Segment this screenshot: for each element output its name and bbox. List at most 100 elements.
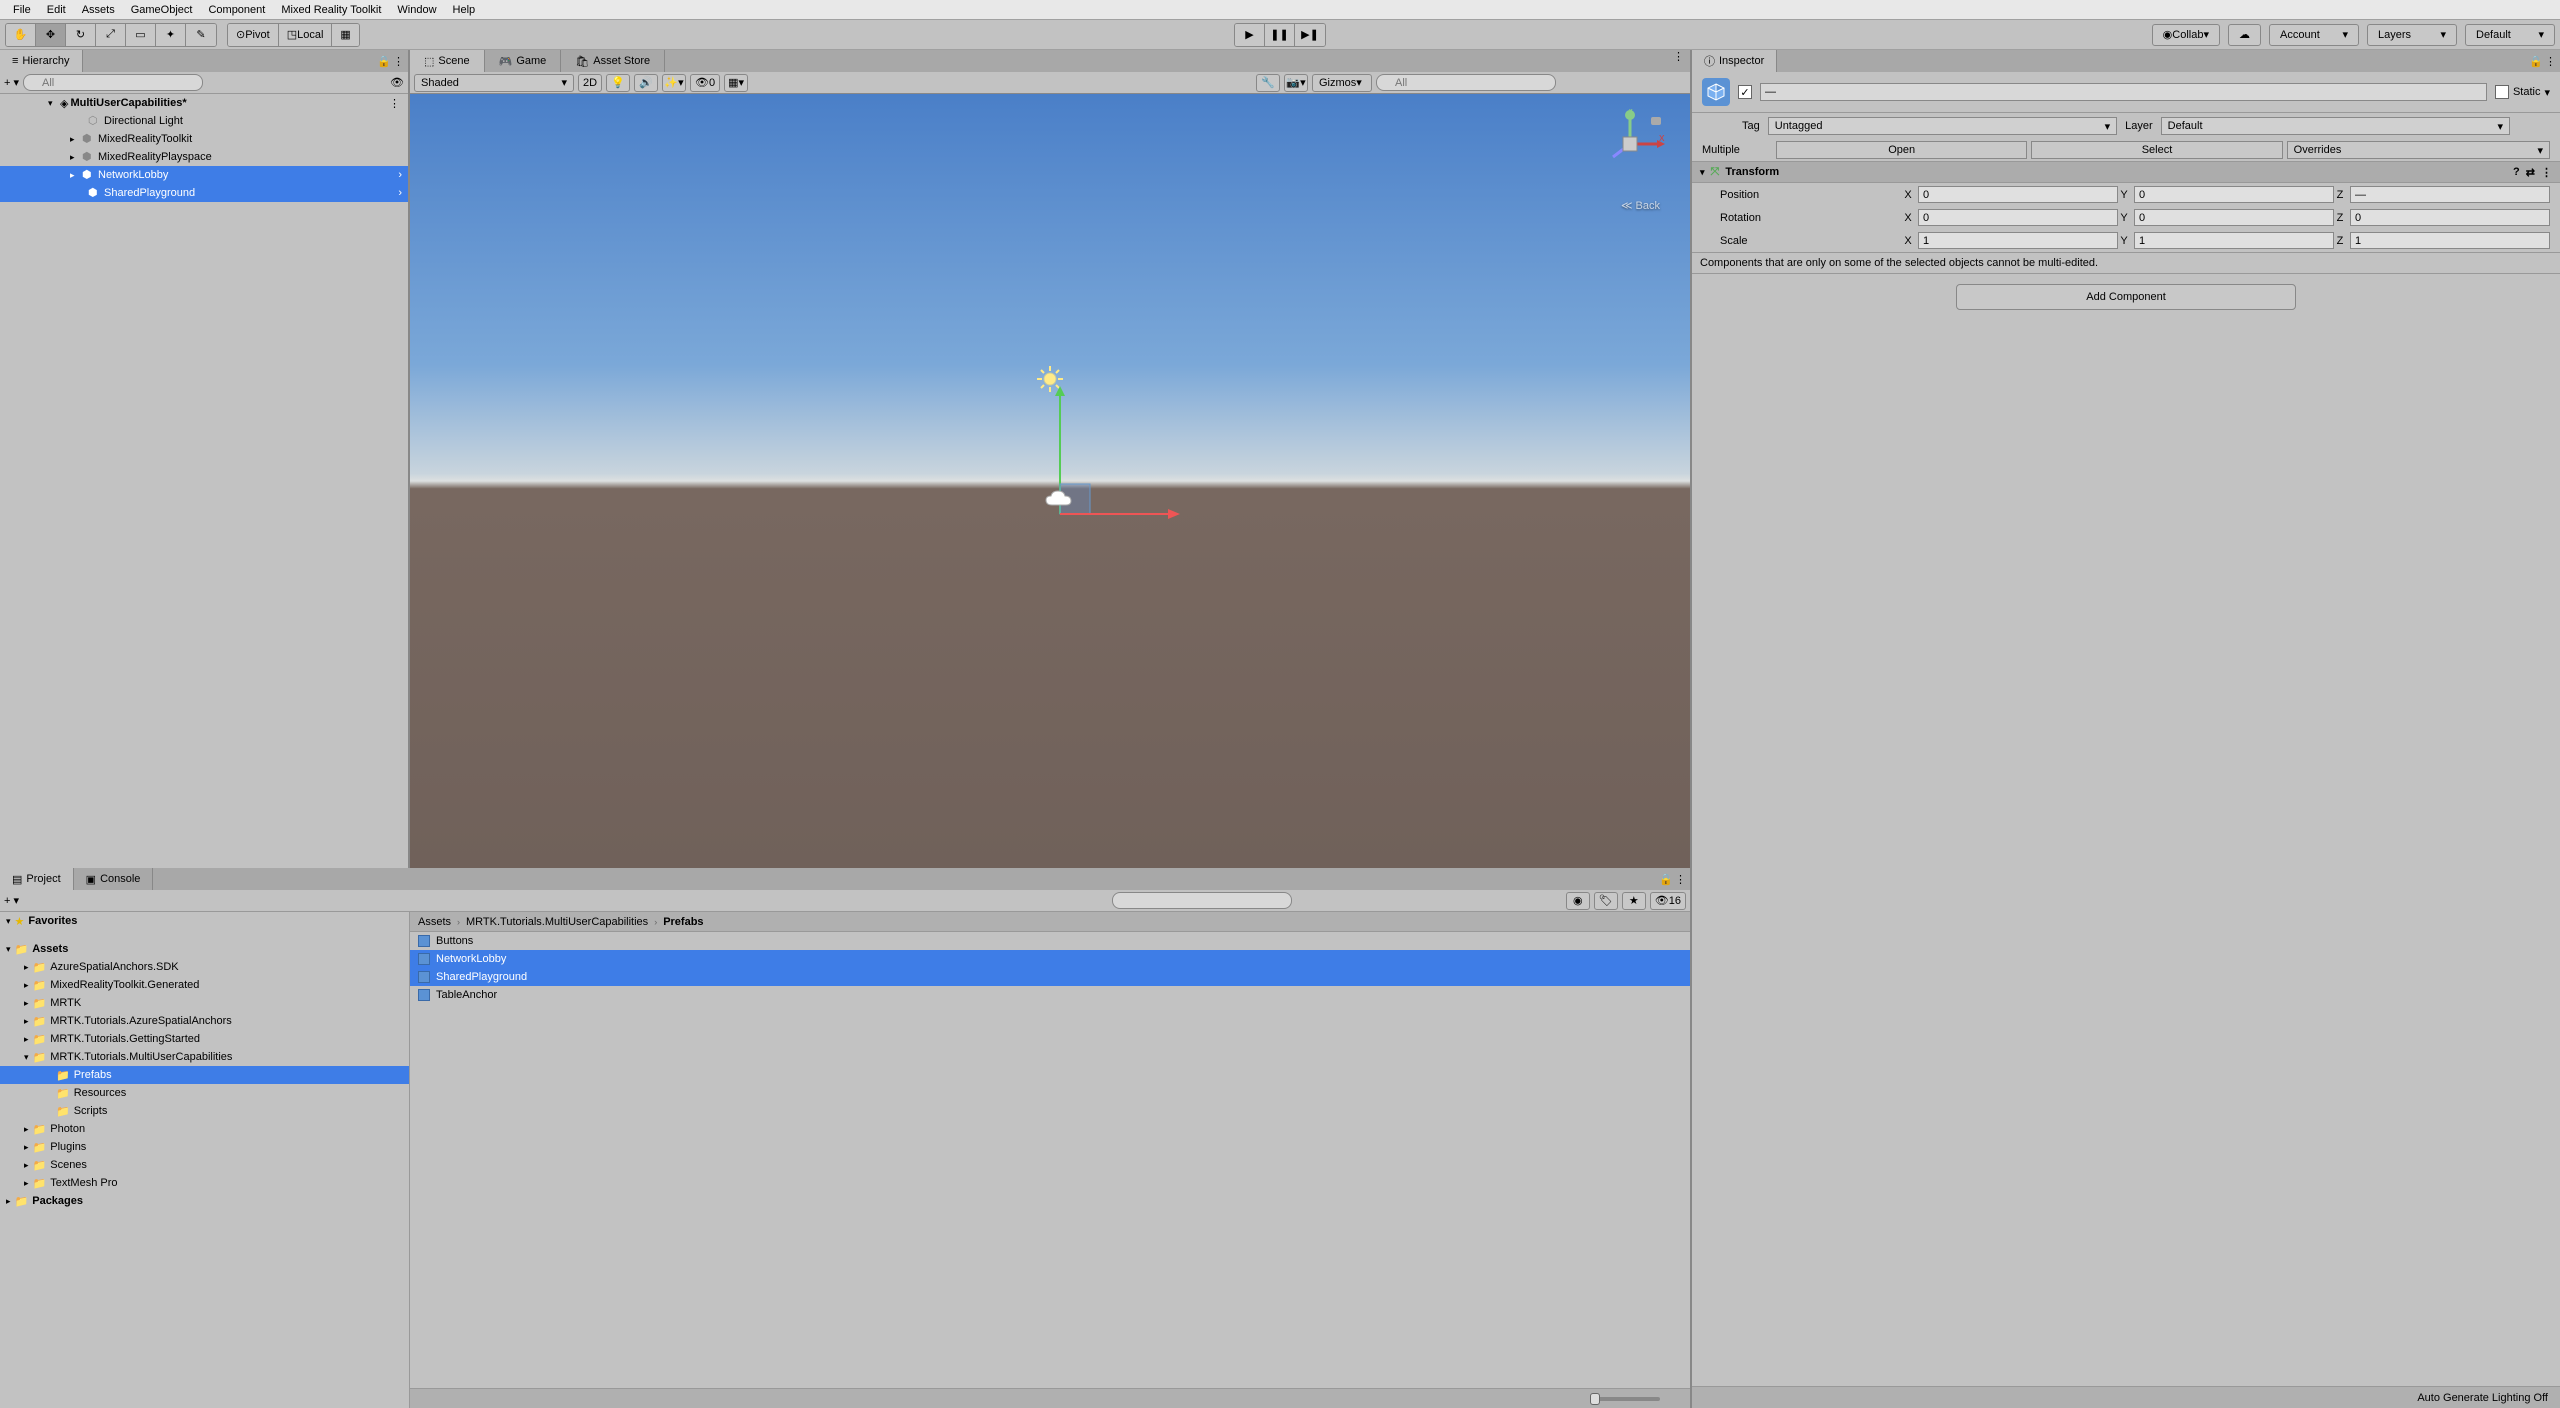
menu-mrtk[interactable]: Mixed Reality Toolkit	[273, 2, 389, 18]
menu-gameobject[interactable]: GameObject	[123, 2, 201, 18]
kebab-icon[interactable]: ⋮	[393, 55, 404, 68]
menu-window[interactable]: Window	[389, 2, 444, 18]
folder-item[interactable]: Plugins	[0, 1138, 409, 1156]
orientation-gizmo[interactable]: y x	[1595, 109, 1665, 179]
game-tab[interactable]: 🎮 Game	[485, 50, 562, 72]
folder-item[interactable]: TextMesh Pro	[0, 1174, 409, 1192]
prefab-item[interactable]: TableAnchor	[410, 986, 1690, 1004]
hidden-count[interactable]: 👁 16	[1650, 892, 1686, 910]
static-toggle[interactable]: Static ▾	[2495, 85, 2550, 99]
menu-file[interactable]: File	[5, 2, 39, 18]
breadcrumb-item[interactable]: Assets	[418, 916, 451, 928]
folder-item[interactable]: MRTK.Tutorials.GettingStarted	[0, 1030, 409, 1048]
folder-item[interactable]: MRTK	[0, 994, 409, 1012]
packages-root[interactable]: Packages	[0, 1192, 409, 1210]
tag-dropdown[interactable]: Untagged▾	[1768, 117, 2117, 135]
folder-item[interactable]: Scenes	[0, 1156, 409, 1174]
help-icon[interactable]: ?	[2513, 166, 2520, 179]
lock-icon[interactable]: 🔒	[2529, 55, 2543, 68]
hierarchy-tab[interactable]: ≡ Hierarchy	[0, 50, 83, 72]
step-button[interactable]: ▶❚	[1295, 24, 1325, 46]
transform-header[interactable]: ⤧ Transform ?⇄⋮	[1692, 161, 2560, 183]
cloud-button[interactable]: ☁	[2228, 24, 2261, 46]
gizmos-dropdown[interactable]: Gizmos ▾	[1312, 74, 1372, 92]
kebab-icon[interactable]: ⋮	[389, 97, 408, 110]
create-button[interactable]: + ▾	[4, 894, 19, 907]
hierarchy-search[interactable]	[23, 74, 203, 91]
rot-y-field[interactable]	[2134, 209, 2334, 226]
pos-x-field[interactable]	[1918, 186, 2118, 203]
rot-x-field[interactable]	[1918, 209, 2118, 226]
lock-icon[interactable]: 🔒	[377, 55, 391, 68]
folder-item[interactable]: MixedRealityToolkit.Generated	[0, 976, 409, 994]
back-button[interactable]: ≪ Back	[1621, 199, 1660, 212]
scale-tool[interactable]: ⤢	[96, 24, 126, 46]
scene-tab[interactable]: ⬚ Scene	[410, 50, 485, 72]
pause-button[interactable]: ❚❚	[1265, 24, 1295, 46]
fx-toggle[interactable]: ✨▾	[662, 74, 686, 92]
audio-toggle[interactable]: 🔊	[634, 74, 658, 92]
pos-y-field[interactable]	[2134, 186, 2334, 203]
scene-root[interactable]: ◈MultiUserCapabilities*⋮	[0, 94, 408, 112]
prefab-item[interactable]: Buttons	[410, 932, 1690, 950]
tools-button[interactable]: 🔧	[1256, 74, 1280, 92]
scene-search[interactable]	[1376, 74, 1556, 91]
hierarchy-item[interactable]: ⬡Directional Light	[0, 112, 408, 130]
lighting-toggle[interactable]: 💡	[606, 74, 630, 92]
folder-item[interactable]: AzureSpatialAnchors.SDK	[0, 958, 409, 976]
scene-visibility-icon[interactable]: 👁	[390, 76, 404, 89]
assetstore-tab[interactable]: 🛍 Asset Store	[561, 50, 665, 72]
select-button[interactable]: Select	[2031, 141, 2282, 159]
rotate-tool[interactable]: ↻	[66, 24, 96, 46]
add-component-button[interactable]: Add Component	[1956, 284, 2296, 310]
transform-tool[interactable]: ✦	[156, 24, 186, 46]
kebab-icon[interactable]: ⋮	[1673, 50, 1684, 72]
lock-icon[interactable]: 🔒	[1659, 873, 1673, 886]
active-checkbox[interactable]: ✓	[1738, 85, 1752, 99]
menu-component[interactable]: Component	[200, 2, 273, 18]
folder-item[interactable]: Scripts	[0, 1102, 409, 1120]
breadcrumb-item[interactable]: MRTK.Tutorials.MultiUserCapabilities	[466, 916, 648, 928]
kebab-icon[interactable]: ⋮	[1675, 873, 1686, 886]
create-button[interactable]: + ▾	[4, 76, 19, 89]
scl-z-field[interactable]	[2350, 232, 2550, 249]
thumbnail-slider[interactable]	[1590, 1397, 1660, 1401]
camera-button[interactable]: 📷▾	[1284, 74, 1308, 92]
rect-tool[interactable]: ▭	[126, 24, 156, 46]
folder-item[interactable]: MRTK.Tutorials.MultiUserCapabilities	[0, 1048, 409, 1066]
layers-dropdown[interactable]: Layers▾	[2367, 24, 2457, 46]
move-tool[interactable]: ✥	[36, 24, 66, 46]
assets-root[interactable]: Assets	[0, 940, 409, 958]
hierarchy-item-selected[interactable]: ⬢SharedPlayground›	[0, 184, 408, 202]
folder-item[interactable]: Photon	[0, 1120, 409, 1138]
kebab-icon[interactable]: ⋮	[2545, 55, 2556, 68]
play-button[interactable]: ▶	[1235, 24, 1265, 46]
prefab-item-selected[interactable]: NetworkLobby	[410, 950, 1690, 968]
hierarchy-item[interactable]: ⬢MixedRealityToolkit	[0, 130, 408, 148]
filter-by-label-icon[interactable]: 🏷	[1594, 892, 1618, 910]
scene-view[interactable]: y x ≪ Back	[410, 94, 1690, 868]
prefab-item-selected[interactable]: SharedPlayground	[410, 968, 1690, 986]
menu-edit[interactable]: Edit	[39, 2, 74, 18]
hidden-count[interactable]: 👁 0	[690, 74, 720, 92]
overrides-dropdown[interactable]: Overrides▾	[2287, 141, 2550, 159]
scl-y-field[interactable]	[2134, 232, 2334, 249]
favorites-root[interactable]: Favorites	[0, 912, 409, 930]
pivot-button[interactable]: ⊙ Pivot	[228, 24, 279, 46]
grid-toggle[interactable]: ▦▾	[724, 74, 748, 92]
breadcrumb-item[interactable]: Prefabs	[663, 916, 703, 928]
pos-z-field[interactable]	[2350, 186, 2550, 203]
inspector-tab[interactable]: ⓘ Inspector	[1692, 50, 1777, 72]
local-button[interactable]: ◳ Local	[279, 24, 333, 46]
collab-button[interactable]: ◉ Collab ▾	[2152, 24, 2220, 46]
kebab-icon[interactable]: ⋮	[2541, 166, 2552, 179]
2d-toggle[interactable]: 2D	[578, 74, 602, 92]
layout-dropdown[interactable]: Default▾	[2465, 24, 2555, 46]
project-search[interactable]	[1112, 892, 1292, 909]
hierarchy-item-selected[interactable]: ⬢NetworkLobby›	[0, 166, 408, 184]
custom-tool[interactable]: ✎	[186, 24, 216, 46]
object-icon[interactable]	[1702, 78, 1730, 106]
rot-z-field[interactable]	[2350, 209, 2550, 226]
chevron-right-icon[interactable]: ›	[398, 169, 408, 181]
preset-icon[interactable]: ⇄	[2526, 166, 2535, 179]
